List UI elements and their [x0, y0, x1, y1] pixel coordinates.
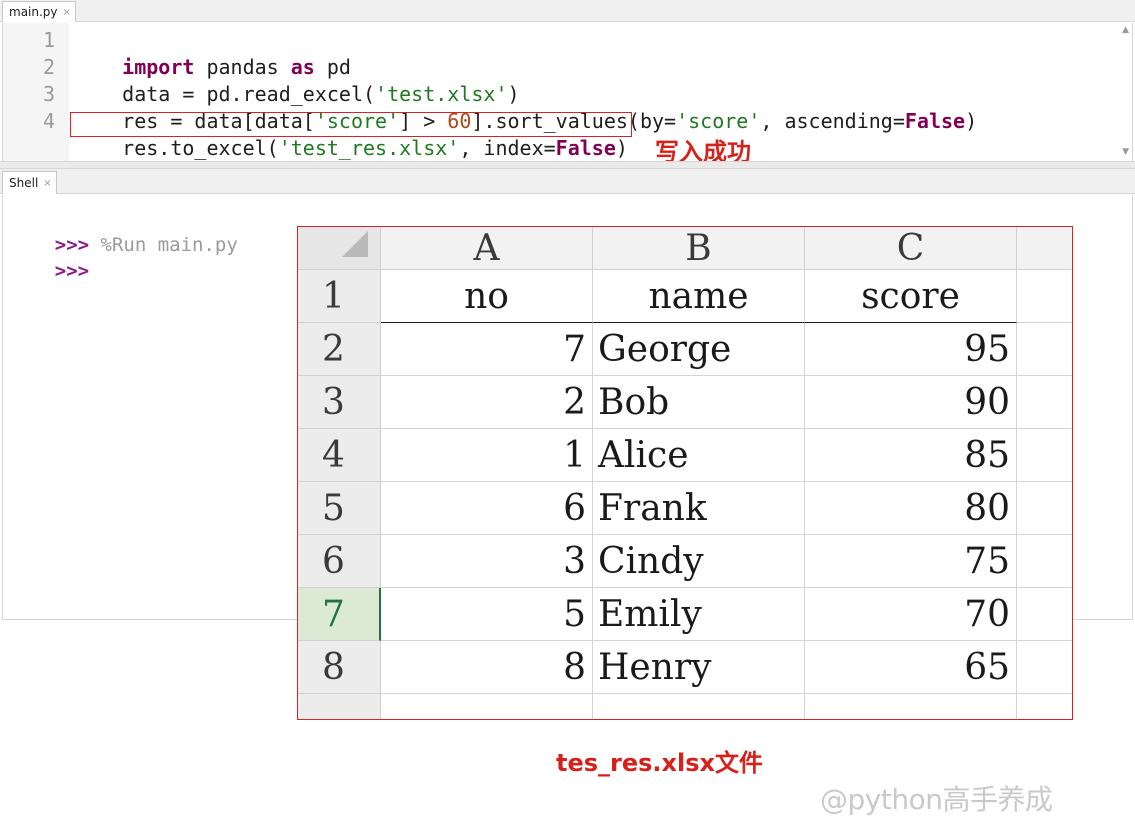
table-cell[interactable]: Cindy — [593, 535, 805, 588]
table-cell[interactable]: 80 — [805, 482, 1017, 535]
header-cell-score[interactable]: score — [805, 270, 1017, 323]
table-cell[interactable]: 1 — [381, 429, 593, 482]
table-cell[interactable] — [1017, 270, 1072, 323]
header-cell-no[interactable]: no — [381, 270, 593, 323]
code-token: , index= — [459, 136, 556, 160]
shell-line[interactable]: >>> — [9, 232, 89, 282]
table-cell[interactable] — [805, 694, 1017, 719]
code-token: False — [904, 109, 966, 133]
close-icon[interactable]: × — [43, 178, 51, 189]
code-line-2[interactable]: data = pd.read_excel('test.xlsx') — [74, 54, 519, 106]
shell-command: %Run main.py — [89, 234, 238, 256]
table-cell[interactable] — [1017, 323, 1072, 376]
code-token: , ascending= — [760, 109, 905, 133]
code-token: 'score' — [676, 109, 761, 133]
column-header-c[interactable]: C — [805, 227, 1017, 270]
tab-label: main.py — [9, 5, 58, 19]
table-cell[interactable] — [1017, 535, 1072, 588]
watermark: @python高手养成 — [820, 783, 1053, 816]
line-number: 2 — [42, 55, 55, 79]
table-cell[interactable] — [1017, 376, 1072, 429]
table-cell[interactable]: 7 — [381, 323, 593, 376]
annotation-file: tes_res.xlsx文件 — [556, 749, 764, 777]
code-token: ) — [615, 136, 628, 160]
table-cell[interactable]: 2 — [381, 376, 593, 429]
scroll-up-icon[interactable]: ▲ — [1122, 25, 1129, 35]
table-cell[interactable]: 95 — [805, 323, 1017, 376]
table-cell[interactable] — [593, 694, 805, 719]
code-editor[interactable]: 1 2 3 4 import pandas as pd data = pd.re… — [2, 23, 1133, 161]
close-icon[interactable]: × — [63, 7, 71, 18]
select-all-icon — [342, 231, 368, 257]
column-header-b[interactable]: B — [593, 227, 805, 270]
row-header[interactable]: 2 — [298, 323, 381, 376]
row-header[interactable]: 8 — [298, 641, 381, 694]
line-number: 4 — [42, 109, 55, 133]
row-header[interactable]: 1 — [298, 270, 381, 323]
table-cell[interactable]: Alice — [593, 429, 805, 482]
table-cell[interactable] — [1017, 641, 1072, 694]
code-token: False — [555, 136, 616, 160]
table-cell[interactable]: Frank — [593, 482, 805, 535]
table-cell[interactable]: Bob — [593, 376, 805, 429]
table-cell[interactable] — [381, 694, 593, 719]
code-token: res.to_excel( — [122, 136, 279, 160]
table-cell[interactable]: 6 — [381, 482, 593, 535]
table-cell[interactable] — [1017, 588, 1072, 641]
table-cell[interactable] — [1017, 429, 1072, 482]
row-header-active[interactable]: 7 — [298, 588, 381, 641]
line-number-gutter: 1 2 3 4 — [3, 23, 69, 161]
code-line-3[interactable]: res = data[data['score'] > 60].sort_valu… — [74, 81, 977, 133]
table-cell[interactable]: 85 — [805, 429, 1017, 482]
shell-prompt: >>> — [54, 260, 90, 282]
highlight-box — [70, 112, 632, 137]
table-cell[interactable]: Henry — [593, 641, 805, 694]
table-cell[interactable] — [1017, 482, 1072, 535]
tab-shell[interactable]: Shell × — [2, 171, 57, 194]
table-cell[interactable]: 8 — [381, 641, 593, 694]
column-header-blank[interactable] — [1017, 227, 1072, 270]
table-cell[interactable]: 5 — [381, 588, 593, 641]
line-number: 3 — [42, 82, 55, 106]
row-header[interactable]: 3 — [298, 376, 381, 429]
table-cell[interactable]: 75 — [805, 535, 1017, 588]
table-cell[interactable]: 70 — [805, 588, 1017, 641]
shell-tab-bar: Shell × — [0, 169, 1135, 194]
tab-label: Shell — [9, 176, 39, 190]
pane-splitter[interactable] — [0, 161, 1135, 169]
line-number: 1 — [42, 28, 55, 52]
tab-main-py[interactable]: main.py × — [2, 1, 76, 22]
column-header-a[interactable]: A — [381, 227, 593, 270]
table-cell[interactable]: George — [593, 323, 805, 376]
table-cell[interactable]: 65 — [805, 641, 1017, 694]
scroll-down-icon[interactable]: ▼ — [1122, 147, 1129, 157]
table-cell[interactable]: Emily — [593, 588, 805, 641]
row-header[interactable]: 6 — [298, 535, 381, 588]
table-cell[interactable]: 3 — [381, 535, 593, 588]
code-line-1[interactable]: import pandas as pd — [74, 27, 351, 79]
code-token: ) — [965, 109, 978, 133]
header-cell-name[interactable]: name — [593, 270, 805, 323]
spreadsheet-screenshot: A B C 1 2 3 4 5 6 7 8 no name score 7 Ge… — [297, 226, 1073, 720]
row-header-partial[interactable] — [298, 694, 381, 719]
row-header[interactable]: 4 — [298, 429, 381, 482]
select-all-corner[interactable] — [298, 227, 381, 270]
table-cell[interactable]: 90 — [805, 376, 1017, 429]
code-token: 'test_res.xlsx' — [278, 136, 460, 160]
shell-line: >>> %Run main.py — [9, 206, 238, 256]
editor-tab-bar: main.py × — [0, 0, 1135, 22]
row-header[interactable]: 5 — [298, 482, 381, 535]
